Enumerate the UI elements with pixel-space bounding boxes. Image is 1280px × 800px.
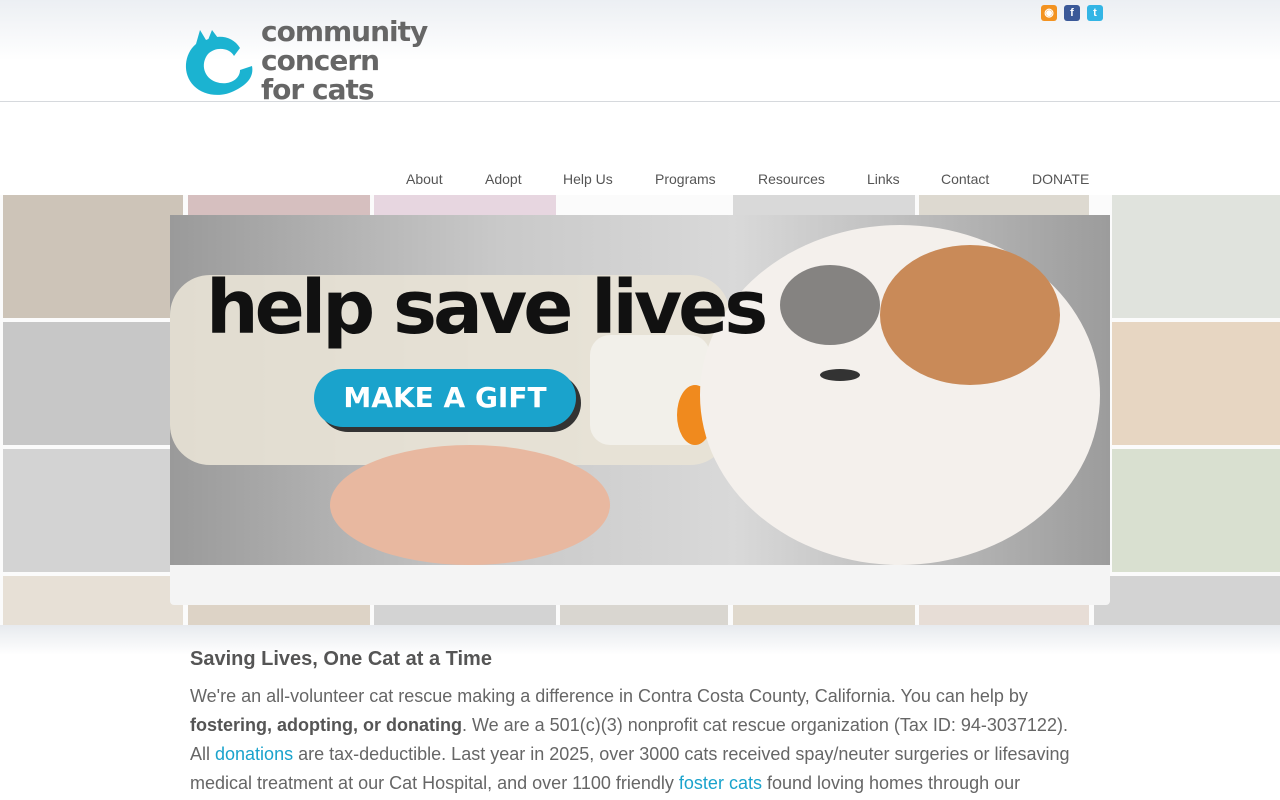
logo-line-3: for cats <box>261 73 375 106</box>
logo-line-2: concern <box>261 44 380 77</box>
intro-bold: fostering, adopting, or donating <box>190 715 462 735</box>
main-content: Saving Lives, One Cat at a Time We're an… <box>190 646 1090 798</box>
nav-about[interactable]: About <box>406 171 443 187</box>
logo-line-1: community <box>261 15 428 48</box>
nav-links[interactable]: Links <box>867 171 900 187</box>
main-nav: About Adopt Help Us Programs Resources L… <box>0 171 1280 191</box>
social-links: ◉ f t <box>1041 5 1103 21</box>
nav-adopt[interactable]: Adopt <box>485 171 522 187</box>
nav-contact[interactable]: Contact <box>941 171 989 187</box>
make-a-gift-button[interactable]: MAKE A GIFT <box>314 369 576 427</box>
logo-wordmark: community concern for cats <box>261 15 428 106</box>
facebook-icon[interactable]: f <box>1064 5 1080 21</box>
hero-slider: help save lives MAKE A GIFT <box>170 215 1110 605</box>
kitten-bottle-feeding-image[interactable]: help save lives MAKE A GIFT <box>170 215 1110 565</box>
hero-headline: help save lives <box>206 265 768 351</box>
donations-link[interactable]: donations <box>215 744 293 764</box>
nav-programs[interactable]: Programs <box>655 171 716 187</box>
cat-logo-icon <box>185 30 253 95</box>
site-header: community concern for cats ◉ f t <box>0 0 1280 104</box>
foster-cats-link[interactable]: foster cats <box>679 773 762 793</box>
nav-donate[interactable]: DONATE <box>1032 171 1089 187</box>
site-logo[interactable]: community concern for cats <box>178 18 438 113</box>
nav-help-us[interactable]: Help Us <box>563 171 613 187</box>
intro-text-4: found loving homes through our <box>761 773 1021 793</box>
rss-icon[interactable]: ◉ <box>1041 5 1057 21</box>
twitter-icon[interactable]: t <box>1087 5 1103 21</box>
nav-resources[interactable]: Resources <box>758 171 825 187</box>
section-heading: Saving Lives, One Cat at a Time <box>190 648 492 670</box>
intro-paragraph: We're an all-volunteer cat rescue making… <box>190 682 1090 798</box>
intro-text-1: We're an all-volunteer cat rescue making… <box>190 686 1028 706</box>
